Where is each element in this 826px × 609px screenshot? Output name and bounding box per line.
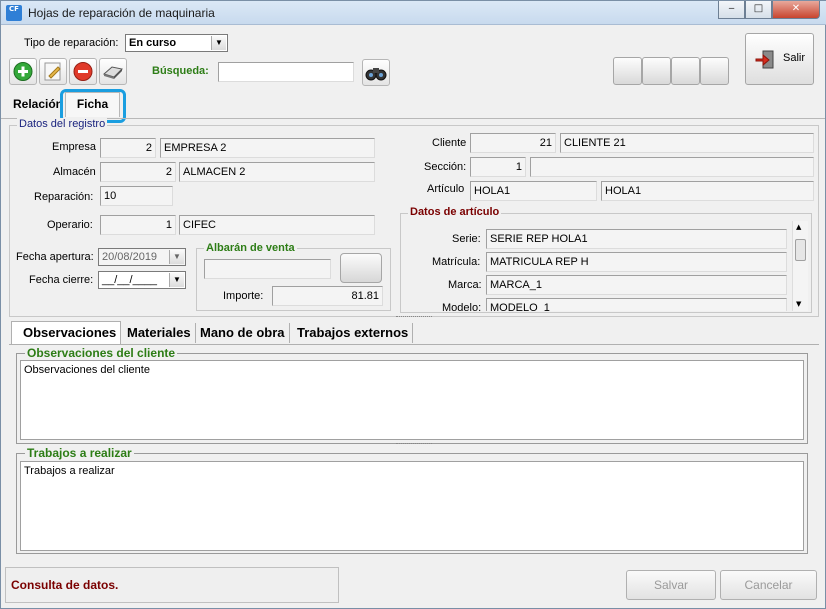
window-title: Hojas de reparación de maquinaria [28, 6, 215, 20]
subtab-observaciones[interactable]: Observaciones [19, 323, 122, 343]
cliente-code: 21 [470, 133, 556, 153]
operario-label: Operario: [47, 219, 93, 231]
tab-relacion[interactable]: Relación [13, 97, 63, 111]
add-icon [13, 62, 33, 81]
app-icon: CF [6, 5, 22, 21]
add-button[interactable] [9, 58, 37, 85]
trabajos-realizar-title: Trabajos a realizar [25, 446, 134, 460]
datos-articulo-title: Datos de artículo [408, 206, 502, 218]
empresa-code: 2 [100, 138, 156, 158]
vertical-scrollbar[interactable]: ▲ ▼ [792, 221, 808, 311]
scroll-up-icon[interactable]: ▲ [796, 223, 801, 231]
main-window: CF Hojas de reparación de maquinaria ‒ □… [0, 0, 826, 609]
print-button[interactable] [99, 58, 127, 85]
almacen-label: Almacén [53, 166, 96, 178]
operario-code: 1 [100, 215, 176, 235]
scroll-down-icon[interactable]: ▼ [796, 300, 801, 308]
subtab-mano-obra[interactable]: Mano de obra [196, 323, 290, 343]
matricula-value: MATRICULA REP H [486, 252, 787, 272]
splitter-grip[interactable] [396, 316, 432, 319]
reparacion-value: 10 [100, 186, 173, 206]
datos-articulo-scroll[interactable]: Serie: SERIE REP HOLA1 Matrícula: MATRIC… [404, 221, 808, 311]
edit-icon [44, 62, 61, 81]
cliente-label: Cliente [432, 137, 467, 149]
printer-icon [102, 66, 124, 79]
observaciones-cliente-title: Observaciones del cliente [25, 346, 178, 360]
almacen-code: 2 [100, 162, 176, 182]
exit-door-icon [755, 50, 774, 69]
empresa-name: EMPRESA 2 [160, 138, 375, 158]
cancelar-button[interactable]: Cancelar [720, 570, 817, 600]
splitter-grip-2[interactable] [396, 443, 432, 446]
delete-button[interactable] [69, 58, 97, 85]
fecha-apertura-label: Fecha apertura: [16, 251, 94, 263]
cliente-name: CLIENTE 21 [560, 133, 814, 153]
nav-button-2[interactable] [642, 57, 671, 85]
operario-name: CIFEC [179, 215, 375, 235]
modelo-label: Modelo: [442, 302, 482, 311]
status-text: Consulta de datos. [11, 578, 119, 592]
scroll-thumb[interactable] [795, 239, 806, 261]
maximize-button[interactable]: □ [745, 1, 772, 19]
albaran-button[interactable] [340, 253, 382, 283]
subtab-divider [9, 344, 819, 345]
tipo-reparacion-select[interactable]: En curso ▼ [125, 34, 228, 52]
title-bar: CF Hojas de reparación de maquinaria ‒ □… [1, 1, 826, 25]
nav-button-4[interactable] [700, 57, 729, 85]
tab-ficha[interactable]: Ficha [65, 92, 120, 117]
seccion-label: Sección: [424, 161, 467, 173]
modelo-value: MODELO_1 [486, 298, 787, 311]
delete-icon [73, 62, 93, 81]
nav-button-3[interactable] [671, 57, 700, 85]
datos-registro-title: Datos del registro [17, 118, 108, 130]
chevron-down-icon: ▼ [169, 250, 184, 264]
serie-label: Serie: [452, 233, 481, 245]
importe-label: Importe: [223, 290, 264, 302]
albaran-title: Albarán de venta [204, 242, 297, 254]
fecha-apertura-input[interactable]: 20/08/2019 ▼ [98, 248, 186, 266]
reparacion-label: Reparación: [34, 191, 94, 203]
salir-label: Salir [783, 52, 806, 64]
trabajos-realizar-textarea[interactable]: Trabajos a realizar [20, 461, 804, 551]
albaran-number [204, 259, 331, 279]
salir-button[interactable]: Salir [745, 33, 814, 85]
busqueda-input[interactable] [218, 62, 354, 82]
marca-label: Marca: [448, 279, 482, 291]
tipo-reparacion-label: Tipo de reparación: [24, 37, 119, 49]
fecha-cierre-label: Fecha cierre: [29, 274, 94, 286]
matricula-label: Matrícula: [432, 256, 481, 268]
close-button[interactable]: ✕ [772, 1, 820, 19]
subtab-materiales[interactable]: Materiales [123, 323, 196, 343]
binoculars-button[interactable] [362, 59, 390, 86]
observaciones-cliente-textarea[interactable]: Observaciones del cliente [20, 360, 804, 440]
busqueda-label: Búsqueda: [152, 65, 209, 77]
nav-button-1[interactable] [613, 57, 642, 85]
marca-value: MARCA_1 [486, 275, 787, 295]
articulo-label: Artículo [427, 183, 465, 195]
fecha-cierre-input[interactable]: __/__/____ ▼ [98, 271, 186, 289]
subtab-trabajos-externos[interactable]: Trabajos externos [293, 323, 414, 343]
chevron-down-icon: ▼ [211, 36, 226, 50]
chevron-down-icon: ▼ [169, 273, 184, 287]
seccion-code: 1 [470, 157, 526, 177]
salvar-button[interactable]: Salvar [626, 570, 716, 600]
articulo-name: HOLA1 [601, 181, 814, 201]
minimize-button[interactable]: ‒ [718, 1, 745, 19]
almacen-name: ALMACEN 2 [179, 162, 375, 182]
serie-value: SERIE REP HOLA1 [486, 229, 787, 249]
tab-divider [1, 118, 825, 119]
seccion-name [530, 157, 814, 177]
binoculars-icon [365, 68, 387, 81]
empresa-label: Empresa [52, 141, 97, 153]
edit-button[interactable] [39, 58, 67, 85]
articulo-code: HOLA1 [470, 181, 597, 201]
importe-value: 81.81 [272, 286, 383, 306]
